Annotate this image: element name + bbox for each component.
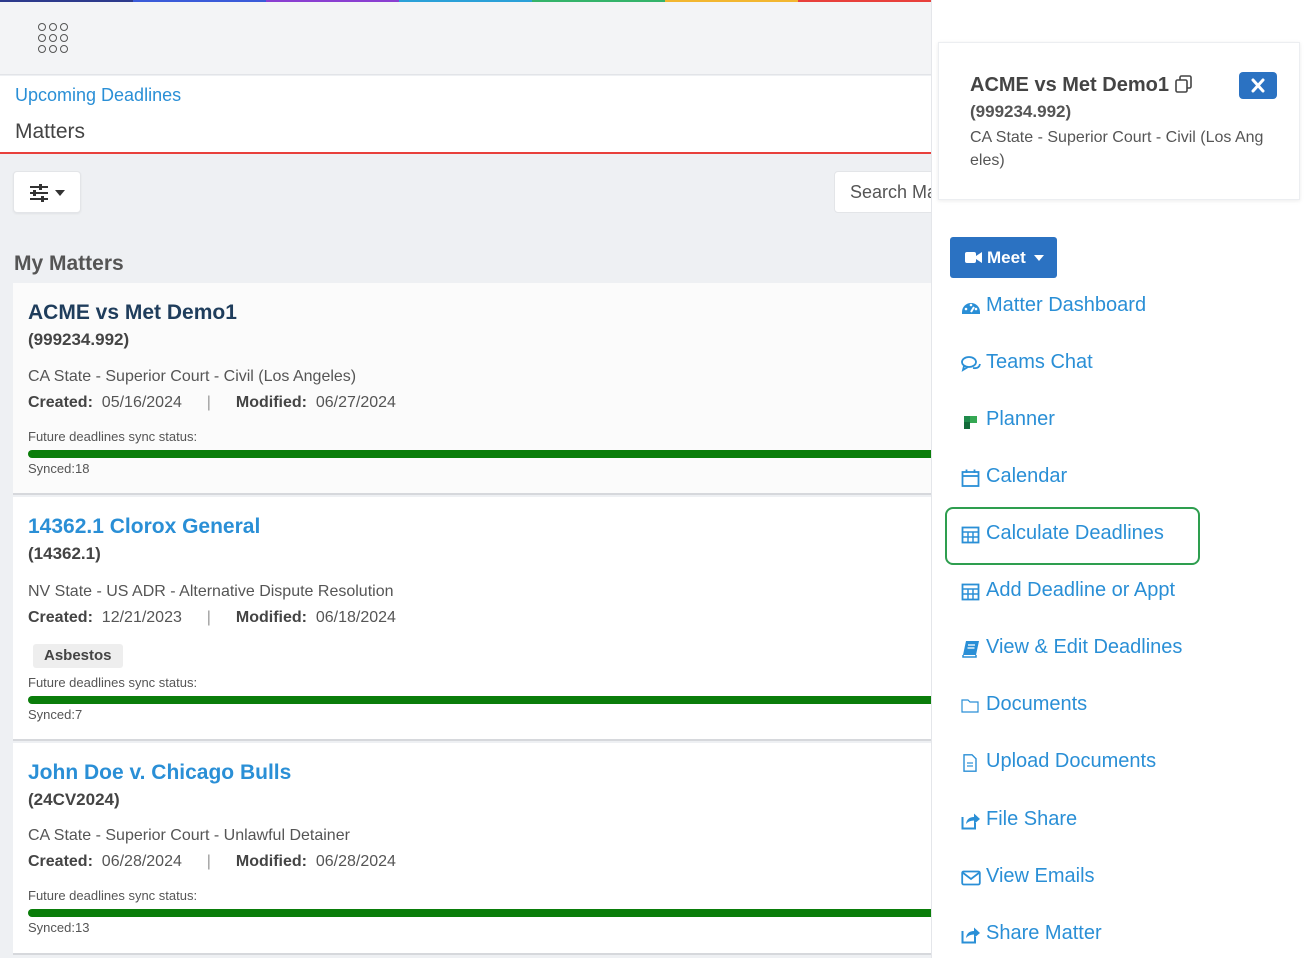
menu-label: File Share xyxy=(986,808,1078,830)
modified-label: Modified: xyxy=(235,394,307,411)
matter-number: (999234.992) xyxy=(28,330,130,349)
meet-dropdown-button[interactable]: Meet xyxy=(950,237,1057,278)
matter-side-panel: ACME vs Met Demo1 (999234.992) CA State … xyxy=(931,0,1305,958)
sync-progress-bar xyxy=(28,696,931,704)
created-label: Created: xyxy=(28,853,93,870)
sync-progress-fill xyxy=(28,450,931,458)
menu-label: Documents xyxy=(986,693,1088,715)
panel-matter-title: ACME vs Met Demo1 xyxy=(970,74,1169,96)
share-icon xyxy=(961,813,980,830)
menu-label: Calculate Deadlines xyxy=(986,522,1164,544)
sliders-icon xyxy=(30,184,65,202)
date-separator: | xyxy=(206,853,211,870)
sync-progress-bar xyxy=(28,450,931,458)
matter-number: (24CV2024) xyxy=(28,790,120,809)
matter-court: CA State - Superior Court - Civil (Los A… xyxy=(28,368,357,385)
meet-label: Meet xyxy=(987,248,1026,267)
book-icon xyxy=(962,641,979,658)
matter-tag[interactable]: Asbestos xyxy=(33,644,123,668)
menu-label: View Emails xyxy=(986,865,1095,887)
close-icon xyxy=(1251,78,1265,93)
calendar-icon xyxy=(961,469,980,487)
matter-card[interactable]: John Doe v. Chicago Bulls (24CV2024) CA … xyxy=(13,743,931,955)
matter-dates: Created: 05/16/2024 | Modified: 06/27/2024 xyxy=(28,394,396,412)
file-icon xyxy=(963,754,977,772)
synced-count: Synced:18 xyxy=(28,461,90,476)
panel-matter-number: (999234.992) xyxy=(970,102,1072,121)
menu-label: Calendar xyxy=(986,465,1068,487)
sync-progress-fill xyxy=(28,909,931,917)
synced-count: Synced:13 xyxy=(28,920,90,935)
sync-progress-bar xyxy=(28,909,931,917)
menu-label: Add Deadline or Appt xyxy=(986,579,1176,601)
modified-label: Modified: xyxy=(235,853,307,870)
matter-title[interactable]: John Doe v. Chicago Bulls xyxy=(28,761,291,785)
modified-date: 06/27/2024 xyxy=(315,394,396,411)
created-date: 05/16/2024 xyxy=(101,394,182,411)
matters-main-area: Upcoming Deadlines Matters My Matters AC… xyxy=(0,0,931,958)
close-panel-button[interactable] xyxy=(1239,72,1277,99)
calculator-icon xyxy=(961,583,980,601)
sync-progress-fill xyxy=(28,696,931,704)
matter-title[interactable]: 14362.1 Clorox General xyxy=(28,515,260,539)
created-label: Created: xyxy=(28,609,93,626)
copy-icon[interactable] xyxy=(1174,74,1194,94)
panel-matter-court: CA State - Superior Court - Civil (Los A… xyxy=(970,129,1264,169)
sync-status-label: Future deadlines sync status: xyxy=(28,429,198,444)
page-header: Upcoming Deadlines Matters xyxy=(0,76,931,154)
matter-dates: Created: 12/21/2023 | Modified: 06/18/2024 xyxy=(28,609,396,627)
matter-card[interactable]: 14362.1 Clorox General (14362.1) NV Stat… xyxy=(13,497,931,741)
matter-card[interactable]: ACME vs Met Demo1 (999234.992) CA State … xyxy=(13,283,931,495)
envelope-icon xyxy=(961,870,981,886)
matter-court: CA State - Superior Court - Unlawful Det… xyxy=(28,827,350,844)
matter-dates: Created: 06/28/2024 | Modified: 06/28/2024 xyxy=(28,853,396,871)
matter-info-box: ACME vs Met Demo1 (999234.992) CA State … xyxy=(938,42,1300,200)
dashboard-icon xyxy=(962,303,980,314)
breadcrumb-upcoming-deadlines[interactable]: Upcoming Deadlines xyxy=(15,85,181,106)
matter-number: (14362.1) xyxy=(28,544,101,563)
share-icon xyxy=(961,927,980,944)
menu-label: View & Edit Deadlines xyxy=(986,636,1183,658)
created-date: 12/21/2023 xyxy=(101,609,182,626)
date-separator: | xyxy=(206,609,211,626)
chat-icon xyxy=(961,356,981,372)
menu-label: Upload Documents xyxy=(986,750,1157,772)
sync-status-label: Future deadlines sync status: xyxy=(28,888,198,903)
filter-dropdown-button[interactable] xyxy=(13,171,81,213)
video-camera-icon xyxy=(965,252,982,263)
page-title: Matters xyxy=(15,120,86,143)
menu-label: Teams Chat xyxy=(986,351,1093,373)
modified-label: Modified: xyxy=(235,609,307,626)
date-separator: | xyxy=(206,394,211,411)
caret-down-icon xyxy=(1034,255,1044,261)
menu-label: Share Matter xyxy=(986,922,1102,944)
menu-label: Matter Dashboard xyxy=(986,294,1147,316)
sync-status-label: Future deadlines sync status: xyxy=(28,675,198,690)
modified-date: 06/18/2024 xyxy=(315,609,396,626)
section-title-my-matters: My Matters xyxy=(14,252,124,275)
matter-court: NV State - US ADR - Alternative Dispute … xyxy=(28,583,394,600)
folder-icon xyxy=(961,699,979,713)
top-bar xyxy=(0,2,931,75)
planner-icon xyxy=(964,416,977,429)
search-matters-input[interactable] xyxy=(834,171,931,213)
synced-count: Synced:7 xyxy=(28,707,83,722)
created-label: Created: xyxy=(28,394,93,411)
app-launcher-icon[interactable] xyxy=(38,23,68,53)
created-date: 06/28/2024 xyxy=(101,853,182,870)
menu-label: Planner xyxy=(986,408,1055,430)
modified-date: 06/28/2024 xyxy=(315,853,396,870)
matter-title[interactable]: ACME vs Met Demo1 xyxy=(28,301,237,325)
calculator-icon xyxy=(961,526,980,544)
